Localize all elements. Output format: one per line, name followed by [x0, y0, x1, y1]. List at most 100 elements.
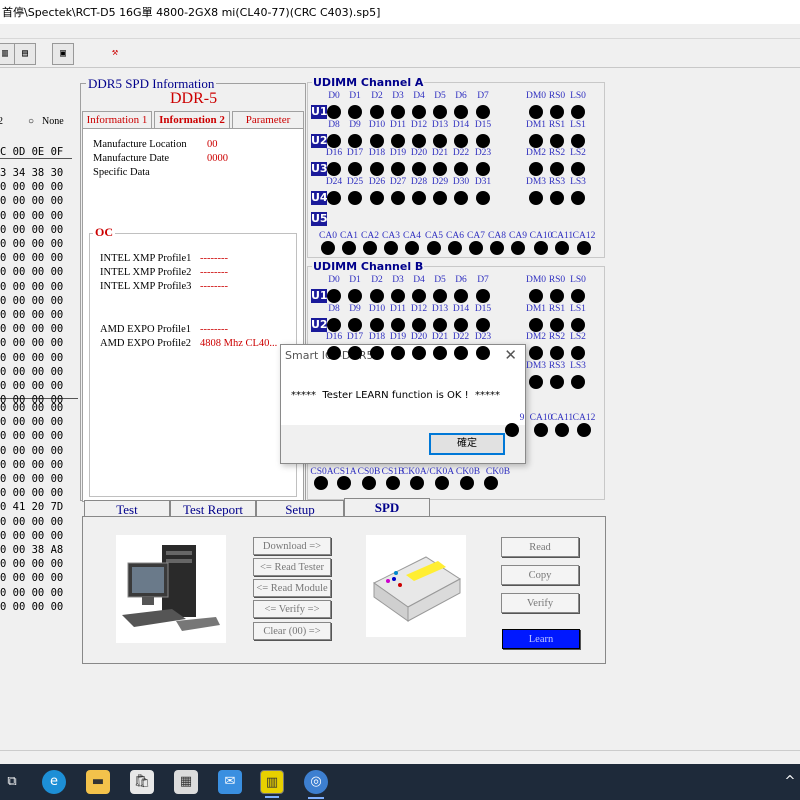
- hex-row: 0 00 00 00: [0, 380, 64, 392]
- control-pin-indicator: [529, 190, 543, 205]
- verify-button[interactable]: Verify: [501, 593, 579, 613]
- ddr-type-label: DDR-5: [170, 90, 218, 107]
- hex-row: 0 00 00 00: [0, 572, 64, 585]
- radio-icon[interactable]: ○: [28, 116, 34, 127]
- control-pin-label: DM3: [525, 360, 547, 371]
- hex-row: 0 00 00 00: [0, 337, 64, 350]
- file-explorer-icon[interactable]: ▬: [86, 770, 110, 794]
- download-button[interactable]: Download =>: [253, 537, 331, 555]
- ca-pin-indicator: [555, 241, 569, 255]
- ca-pin-label: CA12: [572, 413, 596, 423]
- data-pin-indicator: [412, 190, 426, 205]
- read-module-button[interactable]: <= Read Module: [253, 579, 331, 597]
- tab-spd[interactable]: SPD: [344, 498, 430, 518]
- control-pin-indicator: [550, 105, 564, 119]
- ca-pin-indicator: [555, 423, 569, 437]
- control-pin-indicator: [529, 162, 543, 176]
- window-title: 首停\Spectek\RCT-D5 16G單 4800-2GX8 mi(CL40…: [0, 0, 800, 24]
- data-pin-indicator: [412, 105, 426, 119]
- control-pin-indicator: [550, 374, 564, 389]
- data-pin-label: D25: [346, 176, 364, 187]
- calculator-icon[interactable]: ▦: [174, 770, 198, 794]
- data-pin-label: D15: [474, 303, 492, 314]
- ca-pin-label: CA6: [446, 231, 464, 241]
- control-pin-indicator: [550, 162, 564, 176]
- data-pin-label: D1: [349, 275, 361, 285]
- ca-pin-label: CA4: [403, 231, 421, 241]
- ca-pin-indicator: [342, 241, 356, 255]
- data-pin-indicator: [412, 133, 426, 148]
- ca-pin-label: CA11: [550, 413, 574, 423]
- tab-information-2[interactable]: Information 2: [154, 111, 230, 129]
- cs-pin-indicator: [410, 476, 424, 490]
- hex-row: 0 00 00 00: [0, 209, 64, 222]
- data-pin-label: D18: [368, 332, 386, 342]
- cs-pin-indicator: [435, 476, 449, 490]
- divider: [0, 158, 72, 159]
- control-pin-label: DM2: [525, 332, 547, 342]
- tool-icon[interactable]: ⚒: [104, 43, 126, 65]
- ca-pin-label: CA12: [572, 231, 596, 241]
- data-pin-label: D16: [325, 332, 343, 342]
- data-pin-indicator: [412, 162, 426, 176]
- data-pin-indicator: [348, 133, 362, 148]
- edge-browser-icon[interactable]: e: [42, 770, 66, 794]
- data-pin-label: D17: [346, 332, 364, 342]
- data-pin-indicator: [391, 133, 405, 148]
- dialog-footer: 確定: [281, 425, 525, 463]
- hex-row: 0 00 38 A8: [0, 544, 64, 556]
- app-icon[interactable]: ◎: [304, 770, 328, 799]
- data-pin-label: D20: [410, 332, 428, 342]
- data-pin-indicator: [391, 105, 405, 119]
- store-icon[interactable]: 🛍: [130, 770, 154, 794]
- control-pin-indicator: [550, 346, 564, 360]
- clear-button[interactable]: Clear (00) =>: [253, 622, 331, 640]
- ca-pin-indicator: [490, 241, 504, 255]
- mail-icon[interactable]: ✉: [218, 770, 242, 794]
- control-pin-label: RS2: [548, 332, 566, 342]
- data-pin-indicator: [433, 162, 447, 176]
- tester-device-image: [366, 535, 466, 637]
- data-pin-indicator: [476, 162, 490, 176]
- data-pin-label: D27: [389, 176, 407, 187]
- data-pin-label: D2: [371, 91, 383, 101]
- tab-information-1[interactable]: Information 1: [82, 111, 152, 129]
- close-icon[interactable]: ✕: [504, 346, 517, 364]
- read-tester-button[interactable]: <= Read Tester: [253, 558, 331, 576]
- profile-value: 4808 Mhz CL40...: [200, 338, 278, 349]
- hex-header: C 0D 0E 0F: [0, 146, 64, 158]
- data-pin-indicator: [348, 190, 362, 205]
- memory-icon[interactable]: ▤: [14, 43, 36, 65]
- unit-label-u5: U5: [311, 212, 328, 226]
- data-pin-indicator: [348, 346, 362, 360]
- ca-pin-indicator: [577, 423, 591, 437]
- hex-row: 0 00 00 00: [0, 252, 64, 265]
- data-pin-indicator: [370, 317, 384, 332]
- computer-image: [116, 535, 226, 643]
- hex-row: 0 00 00 00: [0, 181, 64, 194]
- data-pin-indicator: [433, 346, 447, 360]
- data-pin-indicator: [454, 162, 468, 176]
- tab-parameter[interactable]: Parameter: [232, 111, 304, 129]
- message-dialog: Smart IO--DDR5 ✕ ***** Tester LEARN func…: [280, 344, 526, 464]
- smart-io-app-icon[interactable]: ▥: [260, 770, 284, 798]
- data-pin-label: D10: [368, 303, 386, 314]
- data-pin-indicator: [476, 133, 490, 148]
- data-pin-label: D9: [349, 303, 361, 314]
- profile-label: INTEL XMP Profile3: [100, 281, 192, 292]
- save-icon[interactable]: ▣: [52, 43, 74, 65]
- learn-button[interactable]: Learn: [502, 629, 580, 649]
- data-pin-indicator: [348, 289, 362, 303]
- system-tray-icon[interactable]: ^: [780, 770, 800, 794]
- copy-button[interactable]: Copy: [501, 565, 579, 585]
- task-view-icon[interactable]: ⧉: [0, 770, 24, 794]
- data-pin-indicator: [391, 346, 405, 360]
- ok-button[interactable]: 確定: [429, 433, 505, 455]
- verify-transfer-button[interactable]: <= Verify =>: [253, 600, 331, 618]
- data-pin-label: D4: [413, 275, 425, 285]
- ca-pin-indicator: [505, 423, 519, 437]
- data-pin-indicator: [476, 346, 490, 360]
- hex-row: 0 00 00 00: [0, 600, 64, 613]
- data-pin-indicator: [412, 346, 426, 360]
- read-button[interactable]: Read: [501, 537, 579, 557]
